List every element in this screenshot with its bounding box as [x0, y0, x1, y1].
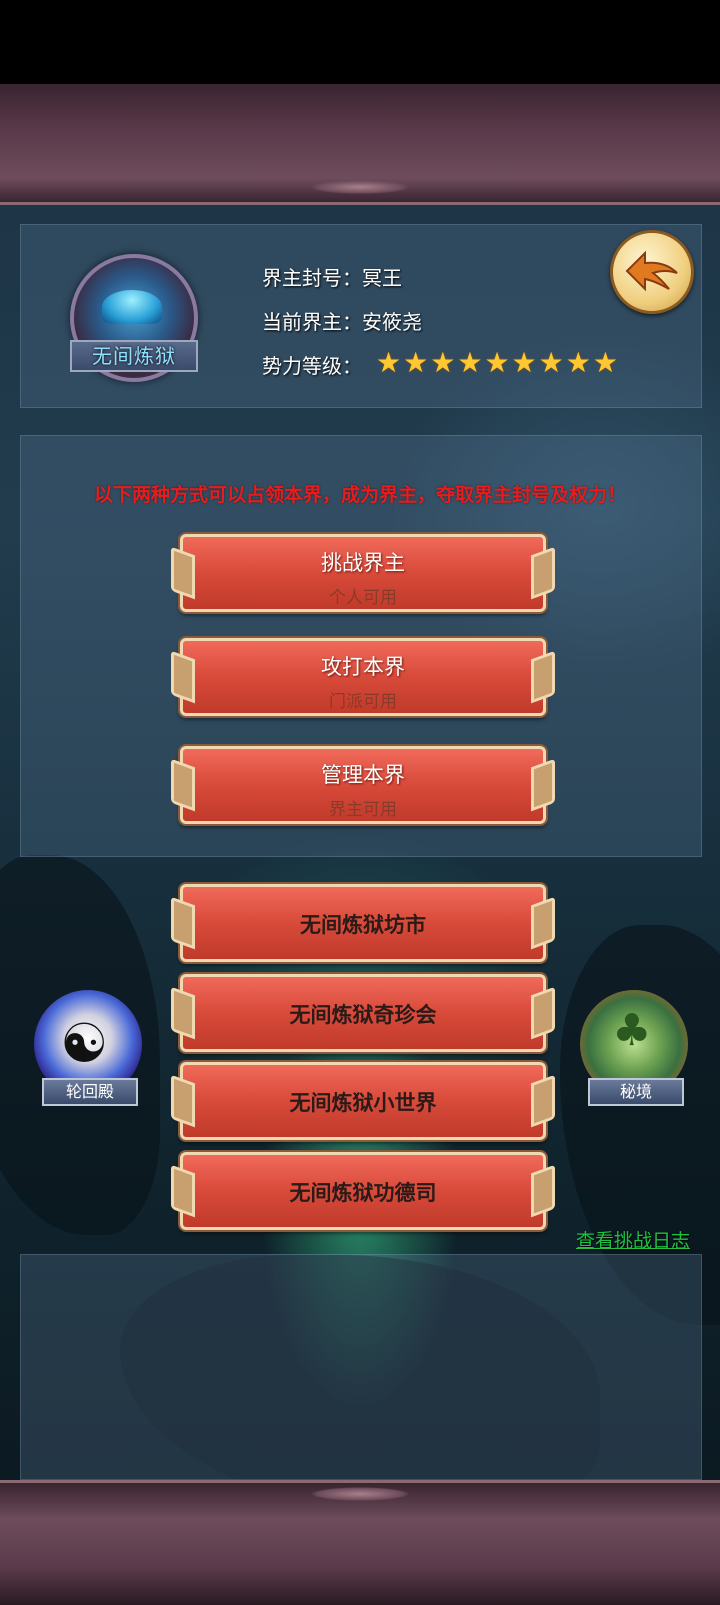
treasure-fair-button[interactable]: 无间炼狱奇珍会: [180, 974, 546, 1052]
small-world-button[interactable]: 无间炼狱小世界: [180, 1062, 546, 1140]
realm-market-label: 无间炼狱坊市: [300, 913, 426, 937]
reincarnation-hall-button[interactable]: ☯ 轮回殿: [24, 982, 154, 1112]
mushroom-icon: [102, 290, 162, 324]
star-icon: ★: [457, 346, 483, 379]
reincarnation-hall-label: 轮回殿: [42, 1078, 138, 1106]
manage-realm-label: 管理本界: [321, 763, 405, 787]
challenge-lord-label: 挑战界主: [321, 551, 405, 575]
view-challenge-log-link[interactable]: 查看挑战日志: [576, 1226, 690, 1253]
star-icon: ★: [511, 346, 537, 379]
frame-ornament-top: [310, 180, 410, 194]
occupation-notice: 以下两种方式可以占领本界，成为界主，夺取界主封号及权力！: [93, 484, 626, 506]
challenge-lord-button[interactable]: 挑战界主 个人可用: [180, 534, 546, 612]
merit-office-label: 无间炼狱功德司: [289, 1181, 437, 1205]
star-icon: ★: [403, 346, 429, 379]
log-panel: [20, 1254, 702, 1480]
merit-office-button[interactable]: 无间炼狱功德司: [180, 1152, 546, 1230]
realm-title-row: 界主封号：冥王: [262, 266, 402, 290]
yin-yang-icon: ☯: [60, 1012, 109, 1075]
back-arrow-icon: [625, 250, 678, 292]
star-icon: ★: [376, 346, 402, 379]
secret-realm-button[interactable]: ♣ 秘境: [570, 982, 700, 1112]
power-level-label: 势力等级：: [262, 354, 362, 378]
attack-realm-sub: 门派可用: [329, 692, 397, 712]
status-bar: [0, 0, 720, 84]
star-icon: ★: [592, 346, 618, 379]
star-icon: ★: [565, 346, 591, 379]
top-frame: [0, 84, 720, 205]
frame-ornament-bottom: [310, 1487, 410, 1501]
attack-realm-label: 攻打本界: [321, 655, 405, 679]
manage-realm-button[interactable]: 管理本界 界主可用: [180, 746, 546, 824]
treasure-fair-label: 无间炼狱奇珍会: [289, 1003, 437, 1027]
back-button[interactable]: [610, 230, 694, 314]
attack-realm-button[interactable]: 攻打本界 门派可用: [180, 638, 546, 716]
bottom-frame: [0, 1480, 720, 1605]
realm-name-plate: 无间炼狱: [70, 340, 198, 372]
star-icon: ★: [430, 346, 456, 379]
tree-icon: ♣: [612, 1005, 652, 1056]
current-lord-row: 当前界主：安筱尧: [262, 310, 422, 334]
star-icon: ★: [484, 346, 510, 379]
realm-emblem: 无间炼狱: [66, 250, 202, 386]
power-level-stars: ★ ★ ★ ★ ★ ★ ★ ★ ★: [376, 349, 618, 377]
small-world-label: 无间炼狱小世界: [289, 1091, 437, 1115]
realm-market-button[interactable]: 无间炼狱坊市: [180, 884, 546, 962]
challenge-lord-sub: 个人可用: [329, 588, 397, 608]
star-icon: ★: [538, 346, 564, 379]
manage-realm-sub: 界主可用: [329, 800, 397, 820]
secret-realm-label: 秘境: [588, 1078, 684, 1106]
